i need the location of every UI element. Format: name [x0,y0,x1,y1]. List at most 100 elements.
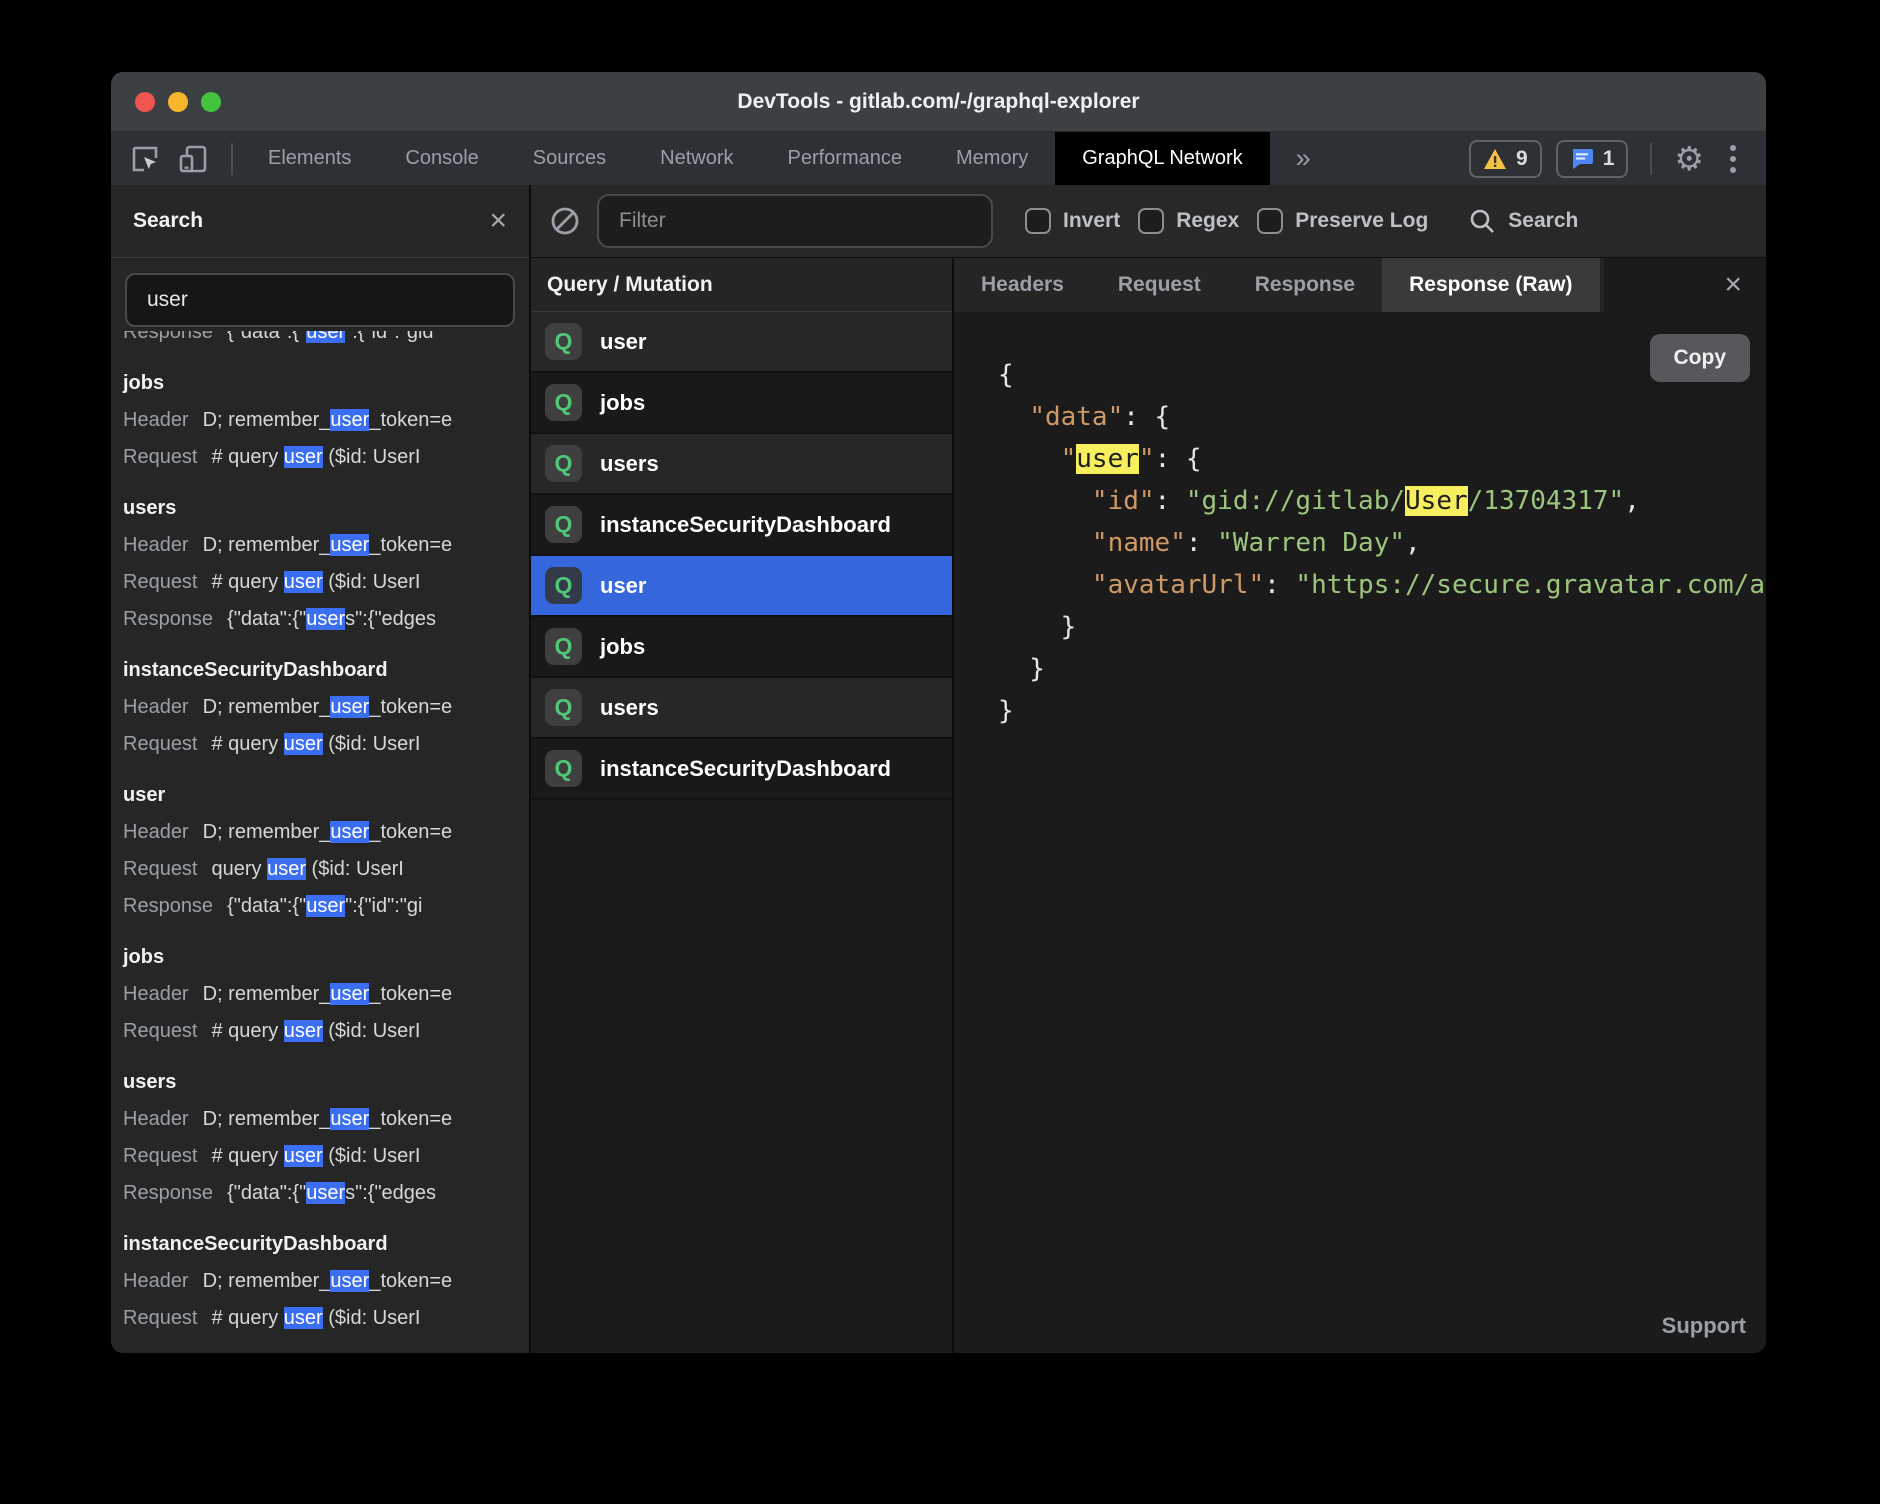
search-result-row[interactable]: HeaderD; remember_user_token=e [123,814,517,851]
checkbox-box[interactable] [1025,208,1051,234]
query-list-item-selected[interactable]: Quser [531,556,952,617]
close-search-icon[interactable]: × [489,206,507,236]
json-token: "id" [1092,486,1155,516]
search-result-text: D; remember_ [203,1270,331,1292]
search-result-row-label: Response [123,895,213,917]
copy-button[interactable]: Copy [1650,334,1751,382]
clear-icon[interactable] [547,203,583,239]
search-result-row[interactable]: HeaderD; remember_user_token=e [123,1263,517,1300]
json-token: : { [1155,444,1202,474]
json-token: , [1405,528,1421,558]
json-search-highlight: user [1076,444,1139,474]
titlebar: DevTools - gitlab.com/-/graphql-explorer [111,72,1766,132]
detail-tab-headers[interactable]: Headers [954,258,1091,312]
query-list-item[interactable]: Qjobs [531,617,952,678]
inspect-element-icon[interactable] [127,141,163,177]
tab-sources[interactable]: Sources [506,132,633,185]
toolbar-search-label: Search [1508,209,1578,233]
search-result-row[interactable]: Response{"data":{"users":{"edges [123,601,517,638]
checkbox-box[interactable] [1138,208,1164,234]
detail-tab-response[interactable]: Response [1228,258,1382,312]
window-title: DevTools - gitlab.com/-/graphql-explorer [737,90,1139,114]
kebab-menu-icon[interactable] [1718,145,1748,173]
settings-gear-icon[interactable]: ⚙ [1674,142,1704,175]
search-result-text: # query [212,733,284,755]
support-link[interactable]: Support [1662,1313,1746,1339]
search-result-group-title[interactable]: instanceSecurityDashboard [123,652,517,689]
json-token: "data" [1029,402,1123,432]
detail-tab-response-raw[interactable]: Response (Raw) [1382,258,1599,312]
json-token: " [1139,444,1155,474]
search-result-group-title[interactable]: instanceSecurityDashboard [123,1226,517,1263]
tab-performance[interactable]: Performance [761,132,930,185]
toolbar-divider [1650,143,1652,175]
search-result-row[interactable]: Request# query user ($id: UserI [123,1013,517,1050]
search-result-group-title[interactable]: jobs [123,939,517,976]
search-result-row[interactable]: Request# query user ($id: UserI [123,564,517,601]
tab-console[interactable]: Console [378,132,505,185]
search-result-row[interactable]: Response{"data":{"user":{"id":"gi [123,888,517,925]
query-list-item[interactable]: QinstanceSecurityDashboard [531,739,952,800]
filter-input[interactable] [597,194,993,248]
zoom-window-button[interactable] [201,92,221,112]
close-detail-icon[interactable]: × [1604,258,1766,312]
search-result-group-title[interactable]: users [123,490,517,527]
search-result-text: ($id: UserI [323,1145,421,1167]
query-list-item[interactable]: Quser [531,312,952,373]
search-match-highlight: user [267,858,306,880]
search-result-row[interactable]: HeaderD; remember_user_token=e [123,527,517,564]
search-result-row[interactable]: Request# query user ($id: UserI [123,726,517,763]
regex-checkbox[interactable]: Regex [1138,208,1239,234]
search-result-text: D; remember_ [203,821,331,843]
search-result-text: # query [212,1020,284,1042]
search-result-text: D; remember_ [203,983,331,1005]
json-token: "avatarUrl" [1092,570,1264,600]
device-toolbar-icon[interactable] [175,141,211,177]
tab-graphql-network[interactable]: GraphQL Network [1055,132,1269,185]
checkbox-box[interactable] [1257,208,1283,234]
search-result-row[interactable]: Request# query user ($id: UserI [123,439,517,476]
warning-icon [1483,148,1507,170]
search-result-group-title[interactable]: users [123,1064,517,1101]
search-result-row[interactable]: Response{"data":{"user":{"id":"gid [123,331,517,351]
json-search-highlight: User [1405,486,1468,516]
json-line: "avatarUrl": "https://secure.gravatar.co… [998,564,1766,606]
search-match-highlight: user [330,409,369,431]
search-result-row[interactable]: HeaderD; remember_user_token=e [123,689,517,726]
issues-badge[interactable]: 1 [1556,140,1629,178]
query-list-item[interactable]: Qusers [531,434,952,495]
detail-tab-request[interactable]: Request [1091,258,1228,312]
warnings-count: 9 [1516,147,1528,171]
query-list-item[interactable]: QinstanceSecurityDashboard [531,495,952,556]
search-match-highlight: user [330,821,369,843]
json-line: "name": "Warren Day", [998,522,1766,564]
close-window-button[interactable] [135,92,155,112]
json-token: , [1624,486,1640,516]
minimize-window-button[interactable] [168,92,188,112]
search-result-row[interactable]: HeaderD; remember_user_token=e [123,402,517,439]
query-list-item[interactable]: Qjobs [531,373,952,434]
search-result-row[interactable]: HeaderD; remember_user_token=e [123,1101,517,1138]
search-input[interactable] [125,273,515,327]
invert-checkbox[interactable]: Invert [1025,208,1120,234]
more-tabs-icon[interactable]: » [1270,132,1337,185]
search-match-highlight: user [306,331,345,343]
search-result-group-title[interactable]: jobs [123,365,517,402]
preserve-log-checkbox[interactable]: Preserve Log [1257,208,1428,234]
tab-network[interactable]: Network [633,132,760,185]
json-token: "https://secure.gravatar.com/avatar [1295,570,1766,600]
search-result-row[interactable]: Request# query user ($id: UserI [123,1138,517,1175]
search-result-row[interactable]: Requestquery user ($id: UserI [123,851,517,888]
search-result-group-title[interactable]: user [123,777,517,814]
tab-elements[interactable]: Elements [241,132,378,185]
tab-memory[interactable]: Memory [929,132,1055,185]
search-result-row-label: Request [123,1020,198,1042]
search-result-row[interactable]: Response{"data":{"users":{"edges [123,1175,517,1212]
query-list-item[interactable]: Qusers [531,678,952,739]
json-line: } [998,648,1766,690]
search-result-row[interactable]: Request# query user ($id: UserI [123,1300,517,1337]
toolbar-search[interactable]: Search [1468,207,1578,235]
checkbox-label: Preserve Log [1295,209,1428,233]
warnings-badge[interactable]: 9 [1469,140,1542,178]
search-result-row[interactable]: HeaderD; remember_user_token=e [123,976,517,1013]
